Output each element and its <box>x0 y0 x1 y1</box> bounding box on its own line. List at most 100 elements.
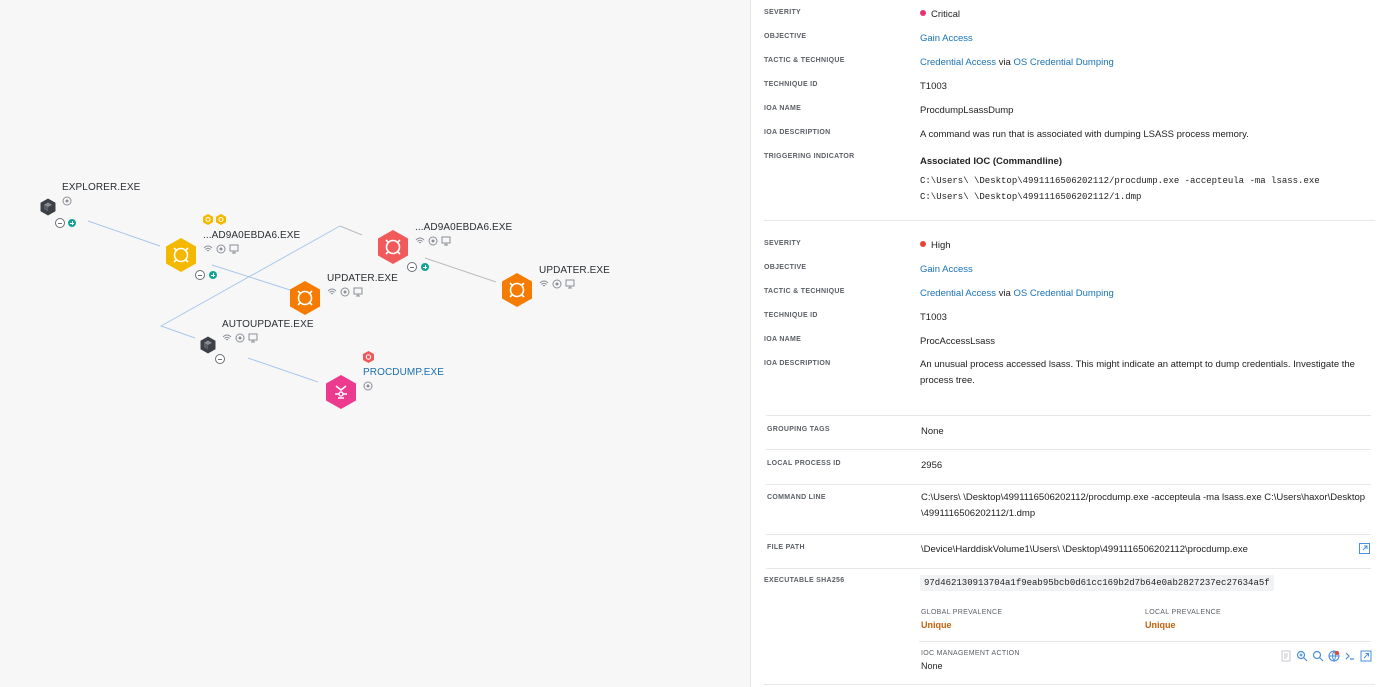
severity-value-1: Critical <box>920 9 960 20</box>
section-divider <box>764 684 1375 685</box>
expand-dot-ad9a-1[interactable] <box>209 271 217 279</box>
node-label-ad9a-1[interactable]: ...AD9A0EBDA6.EXE <box>203 230 300 241</box>
ad9a-node-2-icon[interactable] <box>377 229 409 265</box>
label-technique-id-2: TECHNIQUE ID <box>764 312 818 319</box>
procdump-node-icon[interactable] <box>325 374 357 410</box>
objective-link-2[interactable]: Gain Access <box>920 264 973 275</box>
explorer-node-icon[interactable] <box>40 198 56 216</box>
tactic-link[interactable]: Credential Access <box>920 57 996 68</box>
network-icon <box>222 334 232 341</box>
monitor-icon <box>229 244 239 254</box>
detection-badge-icon <box>216 214 226 225</box>
collapse-toggle-explorer[interactable] <box>55 218 65 228</box>
ioa-name-2: ProcAccessLsass <box>920 336 995 347</box>
node-indicators <box>222 333 258 343</box>
expand-dot-explorer[interactable] <box>68 219 76 227</box>
label-local-prevalence: LOCAL PREVALENCE <box>1145 609 1221 616</box>
search-icon[interactable] <box>1312 650 1324 662</box>
label-severity-1: SEVERITY <box>764 9 802 16</box>
globe-icon[interactable] <box>1328 650 1340 662</box>
collapse-toggle-ad9a-2[interactable] <box>407 262 417 272</box>
severity-value-2: High <box>920 240 951 251</box>
target-icon <box>363 381 373 391</box>
label-local-pid: LOCAL PROCESS ID <box>767 460 841 467</box>
autoupdate-node-icon[interactable] <box>200 336 216 354</box>
edge-ad9a-updater <box>211 264 291 291</box>
severity-dot <box>920 10 926 16</box>
tactic-value-1: Credential Access via OS Credential Dump… <box>920 57 1114 68</box>
label-ioc-management: IOC MANAGEMENT ACTION <box>921 650 1020 657</box>
technique-link[interactable]: OS Credential Dumping <box>1013 57 1113 68</box>
open-external-icon[interactable] <box>1359 543 1370 554</box>
ioa-desc-2: An unusual process accessed lsass. This … <box>920 359 1355 386</box>
network-icon <box>415 237 425 244</box>
edge-autoupdate-procdump <box>247 357 319 383</box>
node-label-updater-1[interactable]: UPDATER.EXE <box>327 273 398 284</box>
collapse-toggle-autoupdate[interactable] <box>215 354 225 364</box>
monitor-icon <box>565 279 575 289</box>
zoom-in-icon[interactable] <box>1296 650 1308 662</box>
technique-link[interactable]: OS Credential Dumping <box>1013 288 1113 299</box>
command-line-value: C:\Users\ \Desktop\4991116506202112/proc… <box>921 492 1366 519</box>
updater-node-2-icon[interactable] <box>501 272 533 308</box>
updater-node-1-icon[interactable] <box>289 280 321 316</box>
collapse-toggle-ad9a-1[interactable] <box>195 270 205 280</box>
node-indicators <box>415 236 451 246</box>
open-external-icon[interactable] <box>1360 650 1372 662</box>
node-label-explorer[interactable]: EXPLORER.EXE <box>62 182 140 193</box>
process-tree-graph[interactable]: EXPLORER.EXE ...AD9A0EBDA6.EXE ...AD9A0E… <box>0 0 750 687</box>
node-label-autoupdate[interactable]: AUTOUPDATE.EXE <box>222 319 314 330</box>
target-icon <box>428 236 438 246</box>
edge-ad9a-ad9a2 <box>339 225 363 236</box>
target-icon <box>340 287 350 297</box>
node-label-procdump[interactable]: PROCDUMP.EXE <box>363 367 444 378</box>
detection-details-panel: SEVERITY Critical OBJECTIVE Gain Access … <box>751 0 1378 687</box>
label-technique-id-1: TECHNIQUE ID <box>764 81 818 88</box>
expand-dot-ad9a-2[interactable] <box>421 263 429 271</box>
terminal-icon[interactable] <box>1344 650 1356 662</box>
objective-link-1[interactable]: Gain Access <box>920 33 973 44</box>
section-divider <box>764 220 1375 221</box>
ad9a-node-1-icon[interactable] <box>165 237 197 273</box>
trigger-cmdline-1: C:\Users\ \Desktop\4991116506202112/proc… <box>920 176 1320 186</box>
label-tactic-2: TACTIC & TECHNIQUE <box>764 288 845 295</box>
label-sha256: EXECUTABLE SHA256 <box>764 577 845 584</box>
tactic-value-2: Credential Access via OS Credential Dump… <box>920 288 1114 299</box>
detection-badge-icon <box>203 214 213 225</box>
label-objective-1: OBJECTIVE <box>764 33 807 40</box>
grouping-tags-value: None <box>921 426 944 437</box>
target-icon <box>235 333 245 343</box>
label-severity-2: SEVERITY <box>764 240 802 247</box>
target-icon <box>552 279 562 289</box>
label-file-path: FILE PATH <box>767 544 805 551</box>
node-label-updater-2[interactable]: UPDATER.EXE <box>539 265 610 276</box>
detection-badge-icon <box>363 351 374 363</box>
label-global-prevalence: GLOBAL PREVALENCE <box>921 609 1003 616</box>
technique-id-2: T1003 <box>920 312 947 323</box>
node-indicators <box>539 279 575 289</box>
node-label-ad9a-2[interactable]: ...AD9A0EBDA6.EXE <box>415 222 512 233</box>
trigger-title: Associated IOC (Commandline) <box>920 156 1062 167</box>
label-ioa-desc-2: IOA DESCRIPTION <box>764 360 831 367</box>
sha256-value[interactable]: 97d462130913704a1f9eab95bcb0d61cc169b2d7… <box>920 575 1274 591</box>
file-path-value: \Device\HarddiskVolume1\Users\ \Desktop\… <box>921 544 1248 555</box>
ioa-name-1: ProcdumpLsassDump <box>920 105 1014 116</box>
network-icon <box>327 288 337 295</box>
tactic-link[interactable]: Credential Access <box>920 288 996 299</box>
label-grouping-tags: GROUPING TAGS <box>767 426 830 433</box>
monitor-icon <box>353 287 363 297</box>
section-divider <box>766 534 1371 535</box>
label-command-line: COMMAND LINE <box>767 494 826 501</box>
section-divider <box>766 484 1371 485</box>
section-divider <box>766 568 1371 569</box>
label-tactic-1: TACTIC & TECHNIQUE <box>764 57 845 64</box>
action-icons <box>1280 650 1372 662</box>
network-icon <box>539 280 549 287</box>
note-icon[interactable] <box>1280 650 1292 662</box>
local-prevalence-value: Unique <box>1145 620 1176 630</box>
global-prevalence-value: Unique <box>921 620 952 630</box>
trigger-cmdline-2: C:\Users\ \Desktop\4991116506202112/1.dm… <box>920 192 1142 202</box>
target-icon <box>62 196 72 206</box>
section-divider <box>766 449 1371 450</box>
label-ioa-desc-1: IOA DESCRIPTION <box>764 129 831 136</box>
